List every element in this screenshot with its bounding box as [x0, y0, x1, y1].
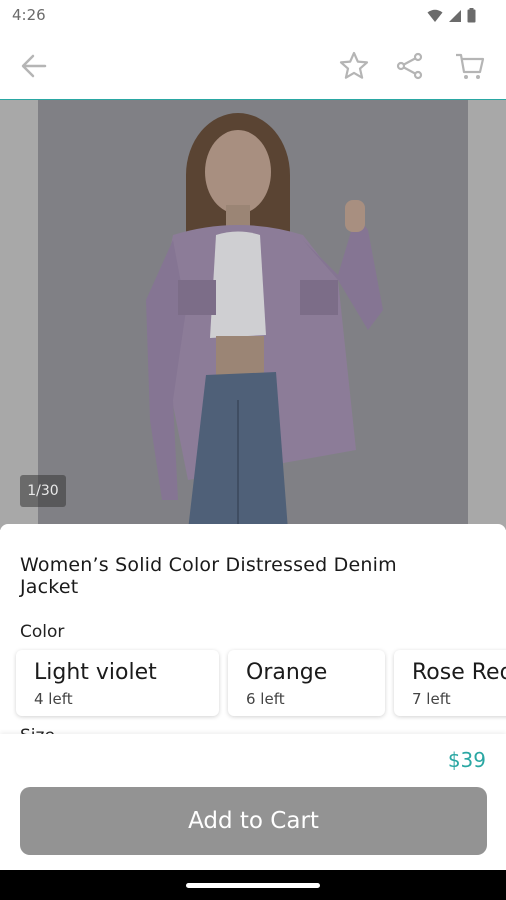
- color-option-light-violet[interactable]: Light violet 4 left: [16, 650, 219, 716]
- product-image-gallery[interactable]: 1/30: [0, 100, 506, 530]
- color-option-orange[interactable]: Orange 6 left: [228, 650, 385, 716]
- product-photo[interactable]: [38, 100, 468, 530]
- cart-icon: [456, 53, 485, 79]
- color-option-rose-red[interactable]: Rose Red 7 left: [394, 650, 506, 716]
- model-photo-illustration: [38, 100, 468, 530]
- product-options-sheet: Women’s Solid Color Distressed Denim Jac…: [0, 524, 506, 870]
- product-title: Women’s Solid Color Distressed Denim Jac…: [20, 554, 397, 598]
- cell-signal-icon: [449, 9, 461, 22]
- status-icons: [427, 8, 476, 23]
- share-icon: [396, 52, 423, 80]
- product-price: $39: [447, 748, 486, 772]
- color-option-name: Light violet: [34, 660, 157, 685]
- color-option-stock: 4 left: [34, 690, 73, 708]
- arrow-left-icon: [21, 54, 47, 78]
- color-option-name: Orange: [246, 660, 328, 685]
- color-option-stock: 6 left: [246, 690, 285, 708]
- image-counter-badge: 1/30: [20, 475, 66, 507]
- add-to-cart-button[interactable]: Add to Cart: [20, 787, 487, 855]
- color-option-stock: 7 left: [412, 690, 451, 708]
- status-time: 4:26: [12, 6, 46, 24]
- battery-icon: [467, 8, 476, 23]
- color-options: Light violet 4 left Orange 6 left Rose R…: [16, 650, 506, 720]
- share-button[interactable]: [392, 48, 428, 84]
- status-bar: 4:26: [0, 0, 506, 32]
- back-button[interactable]: [16, 48, 52, 84]
- favorite-button[interactable]: [336, 48, 372, 84]
- top-app-bar: [0, 32, 506, 101]
- home-gesture-handle[interactable]: [186, 883, 320, 888]
- cart-button[interactable]: [452, 48, 488, 84]
- color-label: Color: [20, 622, 65, 642]
- star-icon: [339, 51, 369, 79]
- color-option-name: Rose Red: [412, 660, 506, 685]
- wifi-icon: [427, 9, 443, 22]
- system-navigation-bar: [0, 870, 506, 900]
